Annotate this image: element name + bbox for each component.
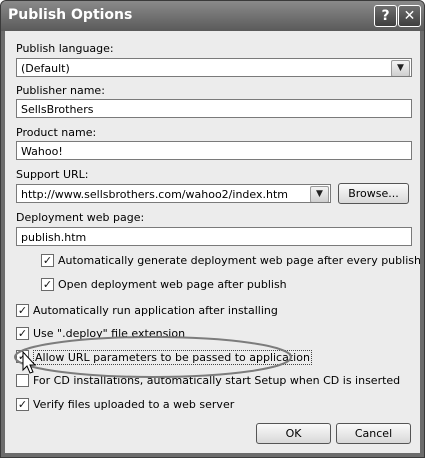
highlight-ellipse bbox=[14, 336, 292, 378]
help-button[interactable]: ? bbox=[374, 5, 397, 27]
publish-options-dialog: Publish Options ? ✕ Publish language: (D… bbox=[0, 0, 425, 458]
close-icon: ✕ bbox=[403, 8, 416, 24]
cursor-icon bbox=[22, 350, 37, 374]
title-bar: Publish Options ? ✕ bbox=[1, 1, 424, 31]
dialog-body: Publish language: (Default) ▼ Publisher … bbox=[5, 31, 421, 453]
help-icon: ? bbox=[381, 8, 390, 24]
dialog-title: Publish Options bbox=[8, 7, 133, 23]
ok-button[interactable]: OK bbox=[256, 423, 331, 444]
cancel-button[interactable]: Cancel bbox=[336, 423, 411, 444]
close-button[interactable]: ✕ bbox=[398, 5, 421, 27]
